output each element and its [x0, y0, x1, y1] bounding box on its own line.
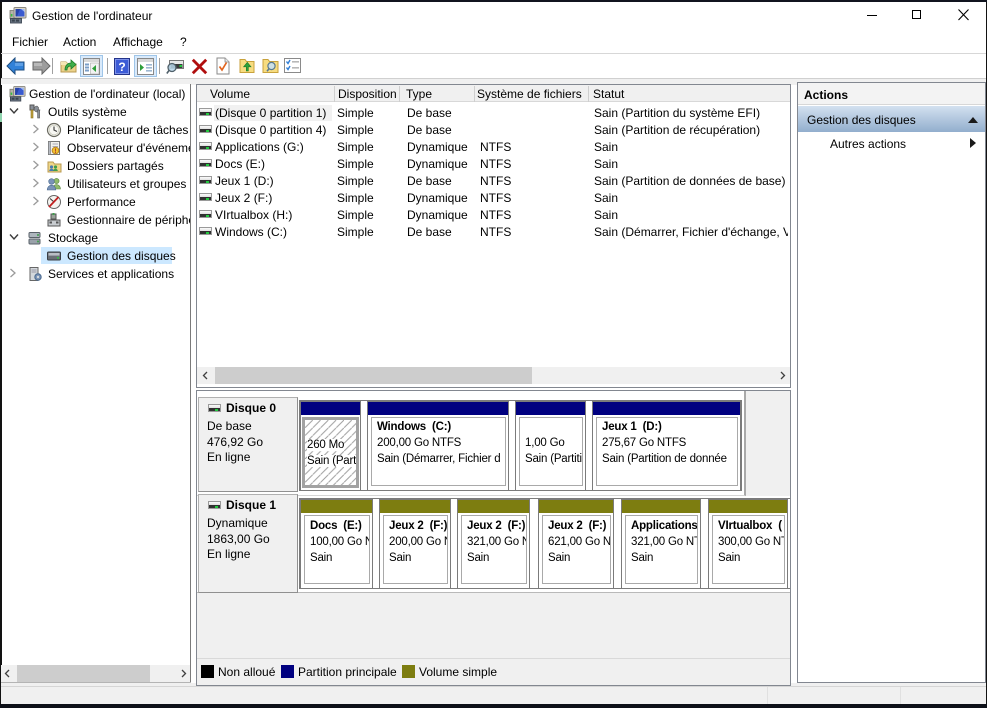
svg-text:?: ?: [118, 60, 125, 74]
svg-text:!: !: [54, 148, 56, 155]
